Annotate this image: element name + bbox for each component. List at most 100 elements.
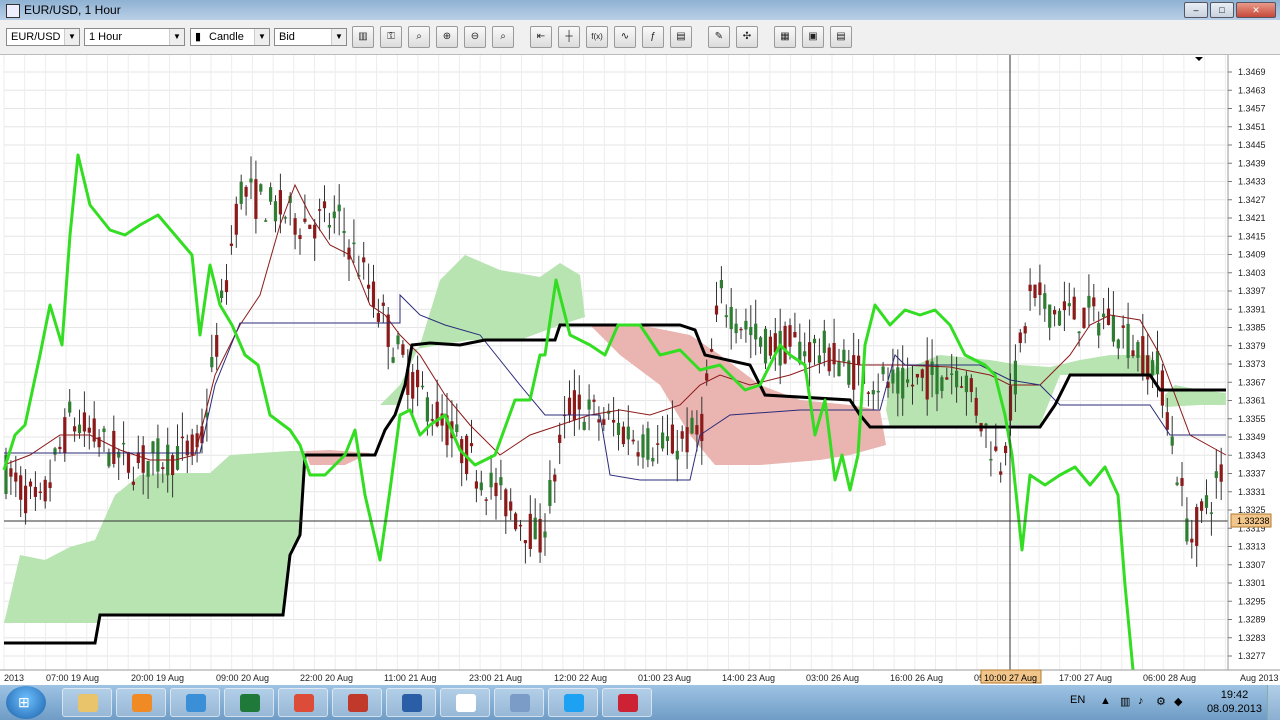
time-tick-label: 14:00 23 Aug — [722, 673, 775, 683]
chevron-down-icon: ▼ — [64, 29, 79, 45]
crosshair-time-text: 10:00 27 Aug — [984, 673, 1037, 683]
candle-body — [1018, 332, 1022, 344]
candle-body — [82, 412, 86, 432]
taskbar-blank-window[interactable] — [440, 688, 490, 717]
save-icon[interactable]: ▣ — [802, 26, 824, 48]
chart-type-value: Candle — [209, 31, 244, 43]
objects-icon[interactable]: ✣ — [736, 26, 758, 48]
candle-body — [425, 397, 429, 422]
network-icon[interactable]: ▥ — [1120, 695, 1132, 708]
taskbar-paint[interactable] — [332, 688, 382, 717]
candle-body — [935, 364, 939, 395]
candle-body — [1082, 307, 1086, 328]
candle-body — [180, 436, 184, 439]
taskbar-trading-app[interactable] — [224, 688, 274, 717]
show-desktop-button[interactable] — [1267, 685, 1280, 720]
pencil-draw-icon[interactable]: ✎ — [708, 26, 730, 48]
candle-body — [327, 225, 331, 228]
time-tick-label: 07:00 19 Aug — [46, 673, 99, 683]
taskbar-internet-explorer[interactable] — [170, 688, 220, 717]
period-select[interactable]: 1 Hour ▼ — [84, 28, 185, 46]
minimize-button[interactable]: – — [1184, 2, 1208, 18]
candle-body — [1214, 471, 1218, 478]
instrument-select[interactable]: EUR/USD ▼ — [6, 28, 80, 46]
zoom-reset-icon[interactable]: ⌕ — [492, 26, 514, 48]
candle-body — [367, 284, 371, 289]
chart-type-select[interactable]: ▮ Candle ▼ — [190, 28, 270, 46]
maximize-button[interactable]: □ — [1210, 2, 1234, 18]
taskbar-opera[interactable] — [602, 688, 652, 717]
clock[interactable]: 19:42 08.09.2013 — [1207, 688, 1262, 716]
close-button[interactable]: ✕ — [1236, 2, 1276, 18]
candle-body — [489, 472, 493, 488]
candle-body — [58, 446, 62, 450]
chart-toolbar: EUR/USD ▼ 1 Hour ▼ ▮ Candle ▼ Bid ▼ ▥ ⚿ ⌕ ⊕… — [0, 20, 1280, 55]
candle-body — [710, 349, 714, 352]
dropbox-icon[interactable]: ◆ — [1174, 695, 1186, 708]
taskbar-chrome[interactable] — [278, 688, 328, 717]
crosshair-icon[interactable]: ┼ — [558, 26, 580, 48]
candle-body — [1141, 336, 1145, 375]
chart-area[interactable]: 1.3469 1.3463 1.3457 1.3451 1.3445 1.3439 1.34… — [0, 55, 1280, 685]
candle-body — [558, 434, 562, 443]
candle-body — [14, 472, 18, 482]
candle-body — [1004, 445, 1008, 454]
taskbar-word[interactable] — [386, 688, 436, 717]
candle-body — [1126, 323, 1130, 358]
price-type-value: Bid — [279, 31, 295, 43]
candle-body — [1053, 309, 1057, 315]
candle-body — [1195, 507, 1199, 546]
candle-body — [641, 434, 645, 458]
candle-body — [107, 452, 111, 467]
candle-body — [680, 431, 684, 439]
zoom-out-icon[interactable]: ⊖ — [464, 26, 486, 48]
volume-icon[interactable]: ♪ — [1138, 695, 1150, 707]
language-indicator[interactable]: EN — [1070, 694, 1085, 706]
price-type-select[interactable]: Bid ▼ — [274, 28, 347, 46]
price-tick-label: 1.3343 — [1238, 450, 1266, 460]
candle-body — [528, 513, 532, 549]
taskbar-skype[interactable] — [548, 688, 598, 717]
start-button[interactable]: ⊞ — [6, 686, 46, 719]
candle-body — [126, 452, 131, 473]
bar-chart-icon[interactable]: ▥ — [352, 26, 374, 48]
candle-body — [891, 369, 895, 384]
taskbar-media-player[interactable] — [116, 688, 166, 717]
candle-body — [303, 218, 307, 222]
window-controls: – □ ✕ — [1184, 2, 1276, 18]
candle-body — [636, 452, 640, 457]
candle-body — [1209, 512, 1213, 514]
time-tick-label: 11:00 21 Aug — [384, 673, 436, 683]
lock-icon[interactable]: ⚿ — [380, 26, 402, 48]
candle-body — [955, 370, 959, 388]
templates-icon[interactable]: ▤ — [670, 26, 692, 48]
candle-body — [945, 377, 949, 380]
clock-time: 19:42 — [1220, 689, 1249, 701]
custom-indicator-icon[interactable]: ƒ — [642, 26, 664, 48]
candle-body — [842, 349, 846, 362]
grid-icon[interactable]: ▦ — [774, 26, 796, 48]
taskbar-image-viewer[interactable] — [494, 688, 544, 717]
current-price-text: 1.33238 — [1237, 516, 1270, 526]
indicators-icon[interactable]: f(x) — [586, 26, 608, 48]
candle-body — [685, 427, 689, 453]
usb-icon[interactable]: ⚙ — [1156, 695, 1168, 708]
ichimoku-chart[interactable]: 1.3469 1.3463 1.3457 1.3451 1.3445 1.3439 1.34… — [0, 55, 1280, 685]
candle-body — [504, 489, 508, 517]
studies-icon[interactable]: ∿ — [614, 26, 636, 48]
candle-body — [587, 399, 591, 410]
candle-body — [1165, 412, 1169, 430]
candle-body — [656, 443, 660, 445]
candle-body — [102, 428, 106, 433]
taskbar-windows-explorer[interactable] — [62, 688, 112, 717]
shift-chart-icon[interactable]: ⇤ — [530, 26, 552, 48]
zoom-icon[interactable]: ⌕ — [408, 26, 430, 48]
candle-body — [136, 452, 140, 464]
candle-body — [543, 531, 547, 538]
chevron-up-icon[interactable]: ▲ — [1100, 695, 1112, 707]
table-icon[interactable]: ▤ — [830, 26, 852, 48]
zoom-in-icon[interactable]: ⊕ — [436, 26, 458, 48]
candle-body — [602, 419, 606, 425]
candle-body — [48, 482, 52, 489]
price-tick-label: 1.3289 — [1238, 615, 1266, 625]
